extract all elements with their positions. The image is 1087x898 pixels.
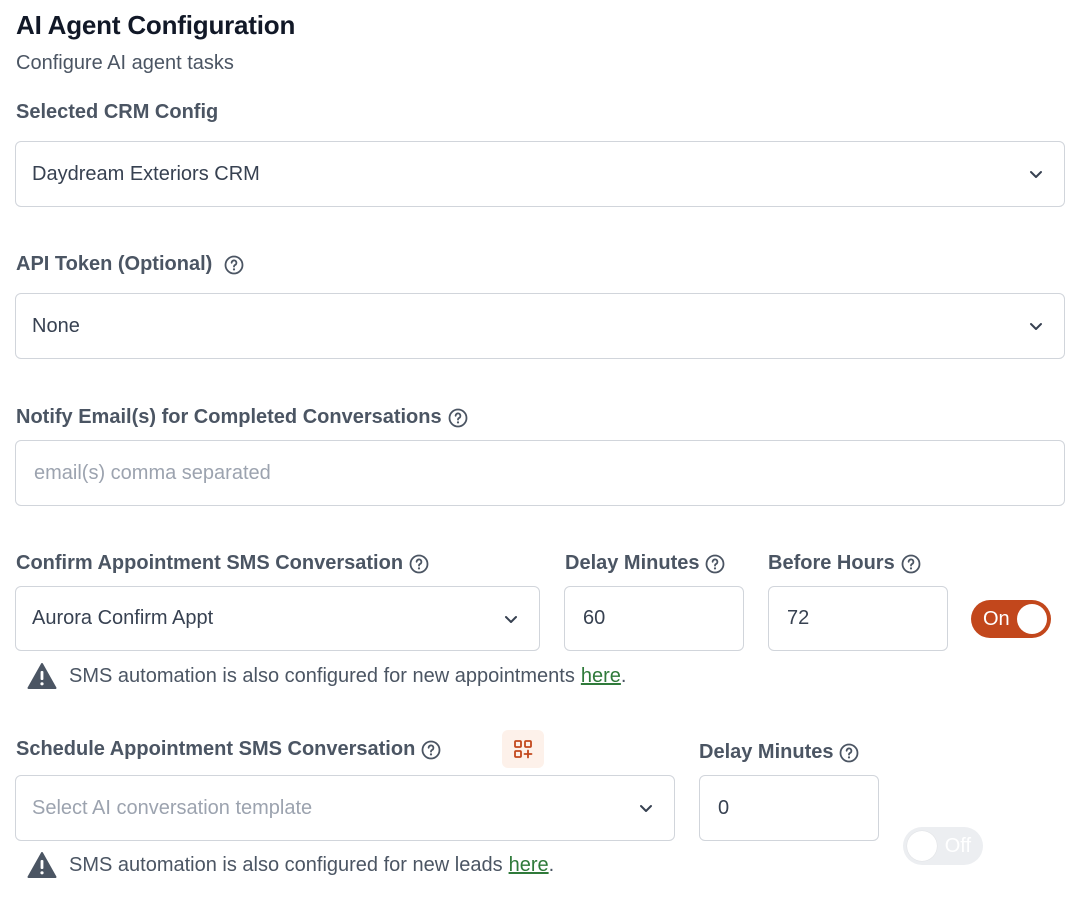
chevron-down-icon (1026, 164, 1046, 184)
confirm-warning-text: SMS automation is also configured for ne… (69, 664, 575, 687)
schedule-delay-value: 0 (718, 796, 730, 819)
schedule-appt-label-text: Schedule Appointment SMS Conversation (16, 738, 416, 760)
help-icon[interactable] (448, 408, 468, 428)
api-token-value: None (32, 314, 80, 337)
schedule-warning-link[interactable]: here (509, 854, 549, 877)
schedule-delay-label: Delay Minutes (699, 741, 859, 764)
warning-icon (27, 662, 57, 690)
confirm-delay-field[interactable]: 60 (564, 586, 744, 651)
confirm-before-value: 72 (787, 607, 810, 629)
schedule-warning: SMS automation is also configured for ne… (27, 851, 554, 879)
help-icon[interactable] (409, 554, 429, 574)
toggle-label: Off (944, 834, 971, 857)
help-icon[interactable] (421, 740, 441, 760)
notify-email-label-text: Notify Email(s) for Completed Conversati… (16, 406, 442, 428)
schedule-warning-period: . (548, 853, 555, 876)
confirm-warning-period: . (620, 664, 627, 687)
confirm-warning: SMS automation is also configured for ne… (27, 662, 626, 690)
confirm-delay-label-text: Delay Minutes (565, 552, 700, 574)
notify-email-label: Notify Email(s) for Completed Conversati… (16, 406, 468, 429)
confirm-delay-value: 60 (583, 607, 606, 629)
schedule-delay-field[interactable]: 0 (699, 775, 879, 841)
confirm-delay-label: Delay Minutes (565, 552, 725, 575)
chevron-down-icon (636, 798, 656, 818)
help-icon[interactable] (839, 743, 859, 763)
confirm-appt-value: Aurora Confirm Appt (32, 607, 214, 629)
notify-email-input[interactable] (16, 461, 1064, 485)
schedule-appt-label: Schedule Appointment SMS Conversation (16, 738, 441, 761)
schedule-warning-text: SMS automation is also configured for ne… (69, 853, 503, 876)
confirm-appt-label-text: Confirm Appointment SMS Conversation (16, 552, 404, 574)
help-icon[interactable] (224, 255, 244, 275)
toggle-knob (907, 831, 937, 861)
confirm-appt-label: Confirm Appointment SMS Conversation (16, 552, 429, 575)
qr-add-icon (513, 739, 533, 759)
page-title: AI Agent Configuration (16, 10, 296, 40)
toggle-knob (1017, 604, 1047, 634)
chevron-down-icon (1026, 316, 1046, 336)
crm-config-label-text: Selected CRM Config (16, 101, 219, 123)
crm-config-select[interactable]: Daydream Exteriors CRM (15, 141, 1065, 207)
confirm-appt-select[interactable]: Aurora Confirm Appt (15, 586, 540, 651)
toggle-label: On (983, 607, 1010, 630)
schedule-enable-toggle[interactable]: Off (903, 827, 983, 865)
confirm-enable-toggle[interactable]: On (971, 600, 1051, 638)
api-token-select[interactable]: None (15, 293, 1065, 359)
api-token-label-text: API Token (Optional) (16, 253, 213, 275)
help-icon[interactable] (705, 554, 725, 574)
api-token-label: API Token (Optional) (16, 253, 244, 276)
template-builder-button[interactable] (502, 730, 544, 768)
notify-email-field[interactable] (15, 440, 1065, 506)
crm-config-value: Daydream Exteriors CRM (32, 162, 260, 185)
confirm-warning-link[interactable]: here (581, 665, 621, 688)
help-icon[interactable] (901, 554, 921, 574)
confirm-before-label: Before Hours (768, 552, 921, 575)
crm-config-label: Selected CRM Config (16, 101, 218, 124)
confirm-before-field[interactable]: 72 (768, 586, 948, 651)
schedule-delay-label-text: Delay Minutes (699, 741, 834, 763)
confirm-before-label-text: Before Hours (768, 552, 895, 574)
schedule-appt-select[interactable]: Select AI conversation template (15, 775, 675, 841)
chevron-down-icon (501, 609, 521, 629)
warning-icon (27, 851, 57, 879)
page-subtitle: Configure AI agent tasks (16, 52, 234, 74)
schedule-appt-placeholder: Select AI conversation template (32, 796, 313, 819)
